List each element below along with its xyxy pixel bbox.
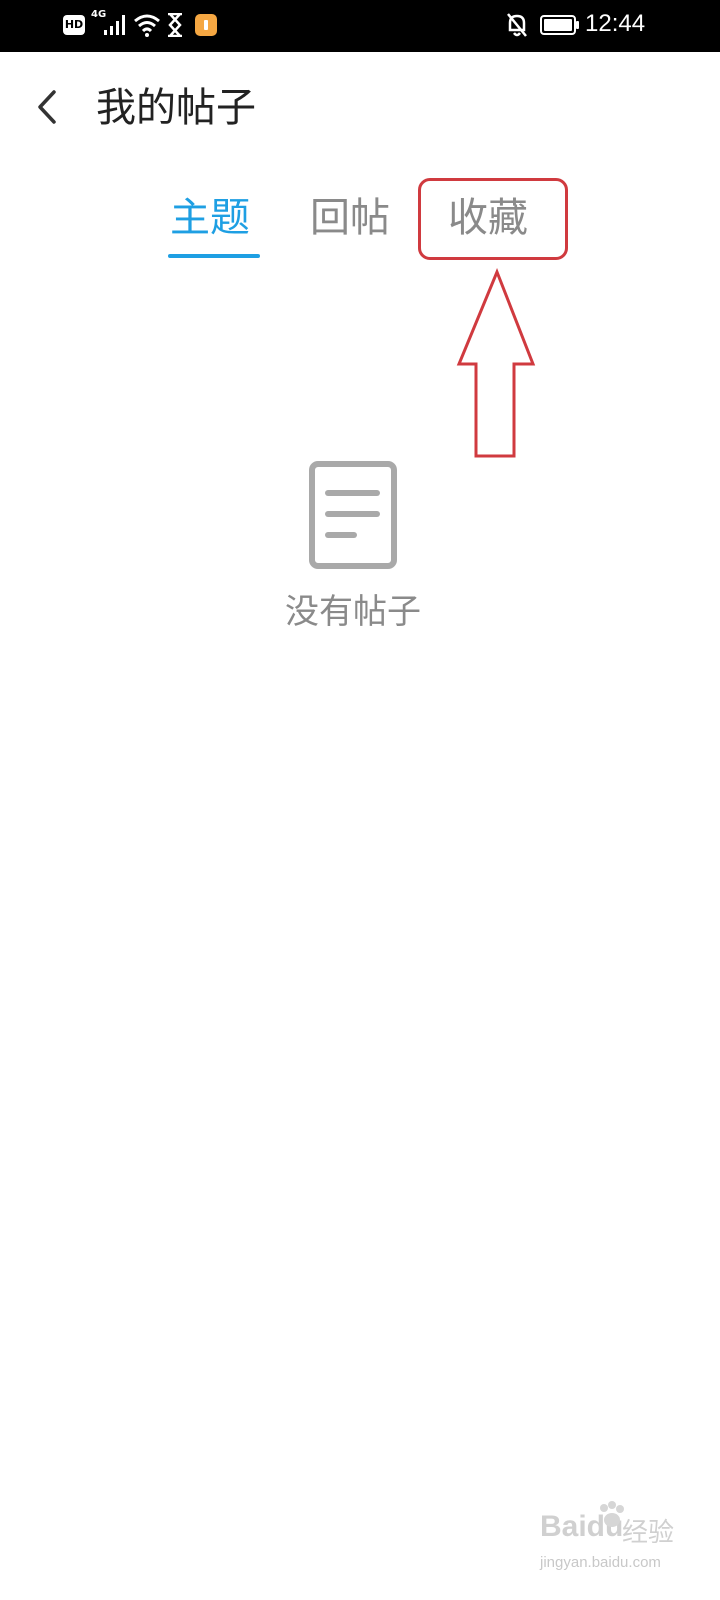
page-title: 我的帖子 <box>96 85 256 131</box>
status-bar: HD 4G 12:44 <box>0 0 720 52</box>
watermark-url: jingyan.baidu.com <box>540 1554 661 1571</box>
signal-icon <box>104 15 125 35</box>
clock: 12:44 <box>585 10 646 37</box>
watermark-cn: 经验 <box>622 1518 675 1548</box>
hourglass-icon <box>168 13 182 37</box>
wifi-icon <box>134 14 160 37</box>
hd-badge: HD <box>63 15 85 35</box>
bell-muted-icon <box>507 13 527 37</box>
battery-icon <box>540 15 579 35</box>
chevron-left-icon[interactable] <box>30 88 70 128</box>
annotation-highlight-box <box>418 178 568 260</box>
watermark: Baidu 经验 jingyan.baidu.com <box>540 1500 710 1580</box>
tab-replies[interactable]: 回帖 <box>310 190 390 246</box>
arrow-up-icon <box>456 268 536 458</box>
app-notification-icon <box>195 14 217 36</box>
empty-state-text: 没有帖子 <box>285 592 421 632</box>
active-tab-indicator <box>168 254 260 258</box>
tab-topics[interactable]: 主题 <box>170 190 250 246</box>
document-icon <box>309 461 397 569</box>
